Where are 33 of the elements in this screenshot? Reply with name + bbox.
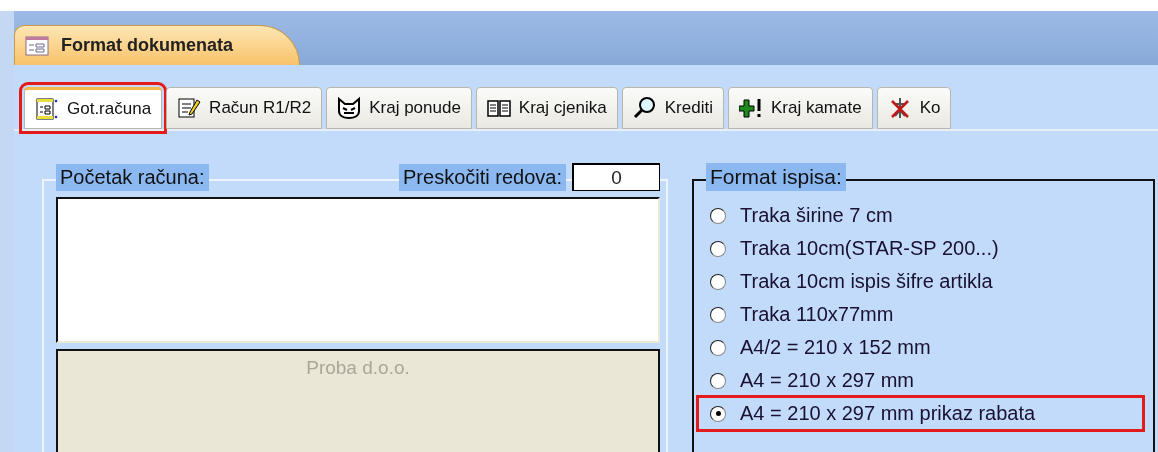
search-icon (632, 96, 657, 120)
company-name: Proba d.o.o. (306, 357, 410, 380)
radio-button[interactable] (710, 339, 726, 356)
radio-button[interactable] (710, 372, 726, 389)
tab[interactable]: Kraj kamate (727, 87, 873, 129)
tab[interactable]: Kraj cjenika (475, 87, 618, 129)
radio-option[interactable]: A4 = 210 x 297 mm prikaz rabata (698, 397, 1143, 430)
radio-button[interactable] (710, 207, 726, 224)
form-icon (25, 35, 49, 56)
radio-option[interactable]: Traka 10cm ispis šifre artikla (698, 265, 1143, 298)
skip-rows-field[interactable]: 0 (572, 163, 660, 191)
cat-face-icon (337, 96, 362, 120)
tab[interactable]: Krediti (621, 87, 724, 129)
radio-option[interactable]: A4/2 = 210 x 152 mm (698, 331, 1143, 364)
radio-button[interactable] (710, 240, 726, 257)
group-legend: Format ispisa: (706, 163, 846, 191)
radio-option[interactable]: Traka 10cm(STAR-SP 200...) (698, 232, 1143, 265)
radio-option[interactable]: A4 = 210 x 297 mm (698, 364, 1143, 397)
skip-rows-label: Preskočiti redova: (399, 163, 566, 191)
radio-button[interactable] (710, 405, 726, 422)
tab[interactable]: Ko (876, 87, 952, 129)
tab[interactable]: Račun R1/R2 (166, 87, 323, 129)
tab[interactable]: Kraj ponude (326, 87, 472, 129)
note-pencil-icon (177, 96, 202, 120)
radio-option[interactable]: Traka širine 7 cm (698, 199, 1143, 232)
radio-button[interactable] (710, 273, 726, 290)
radio-option[interactable]: Traka 110x77mm (698, 298, 1143, 331)
plus-exclamation-icon (738, 96, 763, 120)
document-tab[interactable]: Format dokumenata (14, 25, 300, 65)
radio-button[interactable] (710, 306, 726, 323)
form-icon (35, 97, 59, 121)
document-title: Format dokumenata (61, 35, 234, 56)
group-legend: Početak računa: (56, 163, 209, 191)
